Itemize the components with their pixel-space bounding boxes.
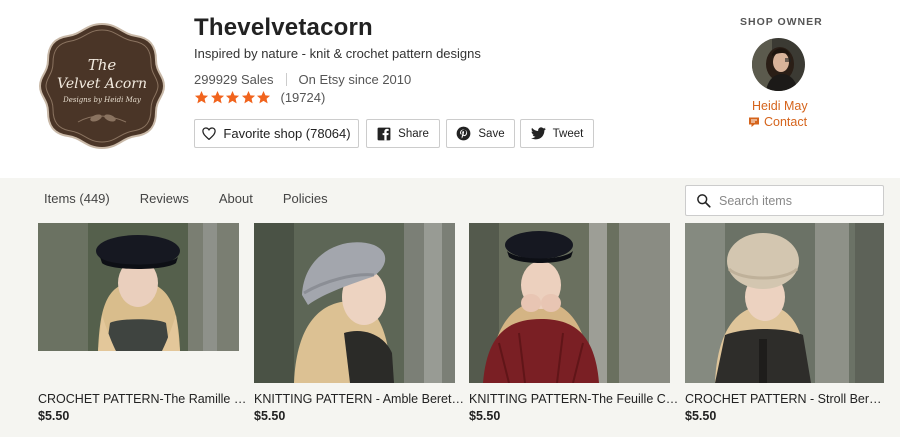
save-button[interactable]: Save: [446, 119, 515, 148]
listing-title[interactable]: KNITTING PATTERN - Amble Beret Pattern: [254, 392, 464, 406]
listing-image[interactable]: [469, 223, 670, 383]
favorite-shop-button[interactable]: Favorite shop (78064): [194, 119, 359, 148]
search-icon[interactable]: [696, 193, 711, 208]
star-icon: [194, 90, 209, 104]
heart-icon: [202, 127, 217, 140]
logo-line1: The: [88, 56, 117, 74]
star-icon: [256, 90, 271, 104]
meta-divider: [285, 73, 287, 86]
tab-about[interactable]: About: [219, 191, 253, 206]
listing-card[interactable]: KNITTING PATTERN-The Feuille Cardigan $5…: [469, 223, 679, 423]
shop-nav-tabs: Items (449) Reviews About Policies: [44, 191, 358, 206]
listing-image[interactable]: [254, 223, 455, 383]
star-icon: [225, 90, 240, 104]
tweet-button[interactable]: Tweet: [520, 119, 594, 148]
shop-logo[interactable]: The Velvet Acorn Designs by Heidi May: [38, 22, 166, 150]
shop-name: Thevelvetacorn: [194, 14, 373, 41]
tab-items[interactable]: Items (449): [44, 191, 110, 206]
star-icon: [241, 90, 255, 104]
listing-image[interactable]: [38, 223, 239, 351]
tab-reviews[interactable]: Reviews: [140, 191, 189, 206]
listing-card[interactable]: CROCHET PATTERN-The Ramille Cap $5.50: [38, 223, 248, 423]
listing-price: $5.50: [254, 409, 286, 423]
contact-owner-link[interactable]: Contact: [748, 115, 807, 129]
listing-price: $5.50: [38, 409, 70, 423]
listing-price: $5.50: [685, 409, 717, 423]
favorite-shop-label: Favorite shop (78064): [223, 126, 351, 141]
etsy-since: On Etsy since 2010: [298, 72, 412, 87]
owner-avatar[interactable]: [752, 38, 805, 91]
owner-name[interactable]: Heidi May: [752, 99, 808, 113]
listing-card[interactable]: CROCHET PATTERN - Stroll Beret (Toddler)…: [685, 223, 884, 423]
logo-line3: Designs by Heidi May: [62, 96, 142, 104]
pinterest-icon: [457, 126, 471, 141]
search-box[interactable]: [685, 185, 884, 216]
facebook-icon: [377, 127, 391, 140]
shop-header: The Velvet Acorn Designs by Heidi May Th…: [0, 0, 900, 178]
share-button[interactable]: Share: [366, 119, 440, 148]
shop-meta: 299929 Sales On Etsy since 2010: [194, 72, 411, 87]
tab-policies[interactable]: Policies: [283, 191, 328, 206]
shop-owner-heading: SHOP OWNER: [740, 16, 823, 28]
rating-count: (19724): [280, 90, 326, 105]
shop-rating[interactable]: (19724): [194, 90, 325, 105]
listing-title[interactable]: CROCHET PATTERN-The Ramille Cap: [38, 392, 248, 406]
shop-tagline: Inspired by nature - knit & crochet patt…: [194, 46, 481, 61]
listing-title[interactable]: KNITTING PATTERN-The Feuille Cardigan: [469, 392, 679, 406]
save-label: Save: [478, 127, 505, 140]
listing-price: $5.50: [469, 409, 501, 423]
listing-card[interactable]: KNITTING PATTERN - Amble Beret Pattern $…: [254, 223, 464, 423]
rating-stars: [194, 90, 272, 105]
sales-count[interactable]: 299929 Sales: [194, 72, 274, 87]
search-input[interactable]: [719, 193, 879, 208]
logo-line2: Velvet Acorn: [57, 76, 147, 92]
listing-image[interactable]: [685, 223, 884, 383]
share-label: Share: [398, 127, 429, 140]
twitter-icon: [530, 127, 546, 140]
message-icon: [749, 117, 759, 127]
contact-label: Contact: [764, 115, 808, 129]
listing-title[interactable]: CROCHET PATTERN - Stroll Beret (Toddler): [685, 392, 884, 406]
tweet-label: Tweet: [552, 127, 584, 140]
star-icon: [210, 90, 224, 104]
